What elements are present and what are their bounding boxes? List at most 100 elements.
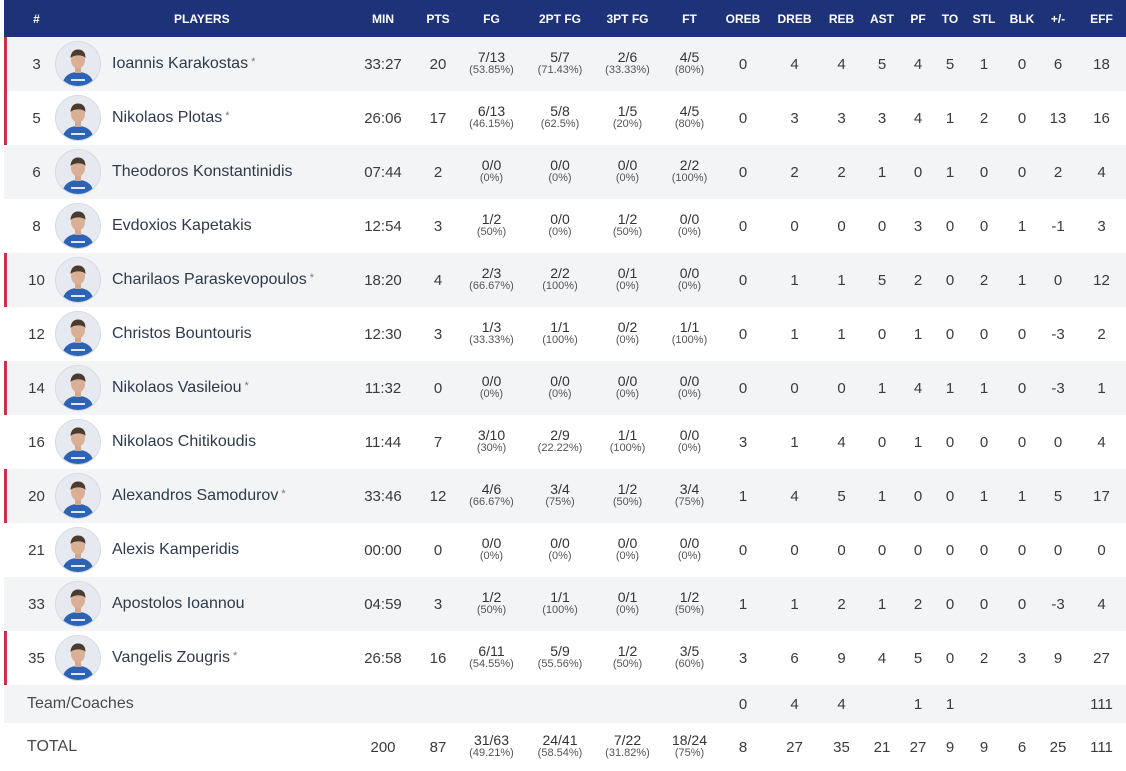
jersey-number: 21 — [28, 541, 45, 559]
stat-ft: 3/4 (75%) — [664, 469, 715, 523]
starter-marker: * — [281, 488, 286, 500]
fg3-pct: (20%) — [612, 118, 643, 130]
ft-made: 0/0 — [679, 211, 700, 227]
stat-3pt-fg: 7/22 (31.82%) — [591, 723, 664, 771]
fg-pct: (50%) — [476, 226, 507, 238]
fg3-pct: (50%) — [612, 496, 643, 508]
stat-plus-minus: 13 — [1049, 109, 1067, 127]
player-name[interactable]: Theodoros Konstantinidis — [112, 163, 293, 181]
player-row[interactable]: 5 Nikolaos Plotas* 26:06 17 6/13(46.15 — [4, 91, 1126, 145]
player-name[interactable]: Charilaos Paraskevopoulos — [112, 271, 307, 289]
stat-reb: 5 — [837, 487, 846, 505]
stat-pf: 2 — [913, 271, 923, 289]
col-header-number: # — [33, 11, 40, 26]
stat-eff: 16 — [1093, 109, 1110, 127]
stat-2pt-fg — [529, 685, 591, 723]
stat-plus-minus: 9 — [1053, 649, 1063, 667]
stat-reb: 4 — [837, 55, 846, 73]
fg3-pct: (0%) — [615, 604, 640, 616]
player-row[interactable]: 35 Vangelis Zougris* 26:58 16 6/11(54. — [4, 631, 1126, 685]
fg2-pct: (22.22%) — [537, 442, 583, 454]
player-name[interactable]: Evdoxios Kapetakis — [112, 217, 252, 235]
total-row: TOTAL 200 87 31/63 (49.21%) 24/41 (58.54%)… — [4, 723, 1126, 771]
player-name[interactable]: Nikolaos Plotas — [112, 109, 222, 127]
player-row[interactable]: 6 Theodoros Konstantinidis 07:44 2 0/0 (… — [4, 145, 1126, 199]
stat-ft: 4/5 (80%) — [664, 37, 715, 91]
fg-made: 2/3 — [481, 265, 502, 281]
player-row[interactable]: 12 Christos Bountouris 12:30 3 1/3 (33.3… — [4, 307, 1126, 361]
ft-made: 0/0 — [679, 265, 700, 281]
jersey-number: 8 — [32, 217, 41, 235]
player-row[interactable]: 33 Apostolos Ioannou 04:59 3 1/2 (50%) 1… — [4, 577, 1126, 631]
stat-stl: 0 — [979, 217, 989, 235]
stat-ast: 3 — [877, 109, 887, 127]
stat-min: 07:44 — [364, 163, 402, 181]
stat-pf: 1 — [913, 433, 923, 451]
col-header-plus-minus: +/- — [1050, 11, 1066, 26]
header-row: # PLAYERS MIN PTS FG 2PT FG 3PT FG FT OR… — [4, 0, 1126, 37]
fg2-made: 5/8 — [550, 103, 570, 119]
stat-stl: 2 — [979, 649, 989, 667]
stat-plus-minus: 5 — [1053, 487, 1063, 505]
player-row[interactable]: 20 Alexandros Samodurov * 33:46 12 4/6(6… — [4, 469, 1126, 523]
player-name[interactable]: Nikolaos Chitikoudis — [112, 433, 256, 451]
stat-blk: 0 — [1017, 541, 1027, 559]
starter-marker: * — [225, 110, 230, 122]
player-name[interactable]: Christos Bountouris — [112, 325, 252, 343]
ft-made: 4/5 — [679, 49, 700, 65]
player-name[interactable]: Nikolaos Vasileiou — [112, 379, 242, 397]
stat-min: 26:06 — [364, 109, 402, 127]
stat-eff: 111 — [1090, 738, 1113, 756]
stat-2pt-fg: 5/7 (71.43%) — [529, 37, 591, 91]
fg3-pct: (0%) — [615, 550, 640, 562]
player-name[interactable]: Alexis Kamperidis — [112, 541, 239, 559]
fg3-made: 7/22 — [613, 732, 642, 748]
fg-pct: (33.33%) — [469, 334, 514, 346]
ft-pct: (75%) — [674, 747, 705, 759]
stat-to: 0 — [945, 433, 955, 451]
fg-pct: (0%) — [479, 388, 504, 400]
stat-min: 12:30 — [364, 325, 402, 343]
player-name[interactable]: Vangelis Zougris — [112, 649, 230, 667]
stat-blk: 0 — [1017, 325, 1027, 343]
player-cell: Nikolaos Vasileiou * — [55, 361, 344, 415]
player-row[interactable]: 14 Nikolaos Vasileiou* 11:32 0 0/0(0%) — [4, 361, 1126, 415]
col-header-players: PLAYERS — [174, 11, 230, 26]
stat-2pt-fg: 2/9 (22.22%) — [529, 415, 591, 469]
player-name[interactable]: Alexandros Samodurov — [112, 487, 278, 505]
starter-marker: * — [251, 56, 256, 68]
stat-stl: 9 — [979, 738, 989, 756]
stat-pts: 87 — [429, 738, 447, 756]
stat-ft: 0/0 (0%) — [664, 253, 715, 307]
stat-stl: 0 — [979, 433, 989, 451]
player-info: Apostolos Ioannou — [55, 581, 344, 627]
ft-made: 0/0 — [679, 535, 700, 551]
stat-fg: 1/2 (50%) — [454, 577, 529, 631]
ft-made: 0/0 — [679, 373, 700, 389]
fg3-made: 0/0 — [617, 373, 638, 389]
stat-min: 12:54 — [364, 217, 402, 235]
player-row[interactable]: 16 Nikolaos Chitikoudis 11:44 7 3/10 (30… — [4, 415, 1126, 469]
fg-pct: (53.85%) — [469, 64, 514, 76]
stat-to: 0 — [945, 595, 955, 613]
ft-pct: (80%) — [674, 64, 705, 76]
player-name[interactable]: Ioannis Karakostas — [112, 55, 248, 73]
fg2-pct: (0%) — [548, 550, 572, 562]
player-row[interactable]: 8 Evdoxios Kapetakis 12:54 3 1/2 (50%) 0… — [4, 199, 1126, 253]
player-info: Evdoxios Kapetakis — [55, 203, 344, 249]
stat-2pt-fg: 5/9 (55.56%) — [529, 631, 591, 685]
player-row[interactable]: 3 Ioannis Karakostas* 33:27 20 7/13(53 — [4, 37, 1126, 91]
stat-dreb: 1 — [790, 325, 799, 343]
ft-pct: (0%) — [677, 550, 702, 562]
stat-3pt-fg: 1/2 (50%) — [591, 199, 664, 253]
player-row[interactable]: 10 Charilaos Paraskevopoulos * 18:20 4 2… — [4, 253, 1126, 307]
player-name[interactable]: Apostolos Ioannou — [112, 595, 245, 613]
stat-3pt-fg: 0/2 (0%) — [591, 307, 664, 361]
player-row[interactable]: 21 Alexis Kamperidis 00:00 0 0/0 (0%) 0/… — [4, 523, 1126, 577]
stat-ft: 0/0 (0%) — [664, 361, 715, 415]
stat-blk: 1 — [1017, 217, 1027, 235]
stat-to: 0 — [945, 541, 955, 559]
stat-ast: 0 — [877, 433, 887, 451]
fg-pct: (30%) — [476, 442, 507, 454]
fg3-pct: (0%) — [615, 172, 640, 184]
